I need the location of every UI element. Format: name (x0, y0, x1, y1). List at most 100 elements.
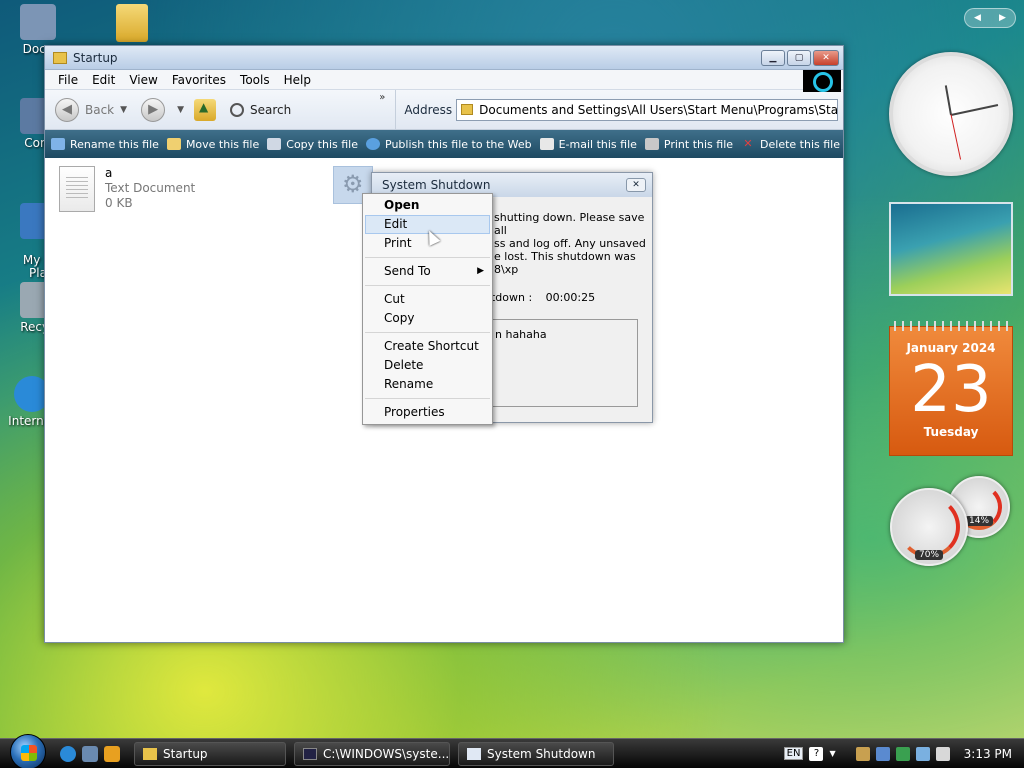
folder-icon (53, 51, 67, 64)
clock-time[interactable]: 3:13 PM (964, 747, 1012, 761)
search-button[interactable]: Search (229, 102, 292, 117)
envelope-icon (539, 138, 554, 150)
media-player-icon[interactable] (104, 745, 120, 762)
dialog-title: System Shutdown (382, 178, 491, 192)
menu-file[interactable]: File (51, 73, 85, 87)
up-arrow-icon: ▲ (198, 99, 209, 114)
menu-item-properties[interactable]: Properties (363, 403, 492, 422)
timer-value: 00:00:25 (545, 291, 596, 304)
security-icon[interactable] (895, 746, 910, 761)
file-name: a (105, 166, 113, 180)
globe-icon (366, 138, 380, 150)
rename-file-button[interactable]: Rename this file (51, 138, 159, 151)
calendar-gadget[interactable]: January 2024 23 Tuesday (889, 321, 1013, 456)
network-icon[interactable] (875, 746, 890, 761)
file-tasks-bar: Rename this file Move this file Copy thi… (45, 130, 843, 158)
delete-icon: ✕ (743, 137, 753, 150)
quick-launch (60, 745, 120, 762)
taskbar-button-shutdown[interactable]: System Shutdown (458, 741, 614, 766)
send-to-label: Send To (384, 264, 431, 278)
clock-hour-hand (944, 85, 952, 116)
display-icon[interactable] (915, 746, 930, 761)
cpu-meter-gadget[interactable]: 70% (890, 488, 968, 566)
address-bar[interactable]: Documents and Settings\All Users\Start M… (456, 98, 839, 121)
menu-item-copy[interactable]: Copy (363, 309, 492, 328)
menu-tools[interactable]: Tools (233, 73, 277, 87)
toolbar-overflow-icon[interactable]: » (379, 92, 385, 103)
folder-icon (116, 4, 148, 42)
maximize-button[interactable]: ▢ (787, 49, 811, 66)
menu-item-send-to[interactable]: Send To ▶ (363, 262, 492, 281)
task-label: Print this file (663, 137, 734, 151)
close-button[interactable]: ✕ (813, 49, 839, 66)
documents-icon (20, 4, 56, 40)
taskbar-button-label: System Shutdown (487, 746, 596, 761)
chevron-down-icon[interactable]: ▼ (120, 105, 127, 115)
menu-item-rename[interactable]: Rename (363, 375, 492, 394)
system-tray: EN ? ▼ 3:13 PM (783, 739, 1024, 768)
file-item[interactable]: a Text Document 0 KB (59, 166, 195, 212)
clock-gadget[interactable] (889, 52, 1013, 176)
internet-explorer-icon[interactable] (60, 745, 76, 762)
menu-item-open[interactable]: Open (363, 196, 492, 215)
delete-file-button[interactable]: ✕ Delete this file (741, 138, 840, 151)
chevron-down-icon[interactable]: ▼ (829, 749, 835, 758)
task-label: Copy this file (286, 137, 358, 151)
sidebar-next-icon[interactable]: ▶ (999, 13, 1006, 23)
taskbar-button-cmd[interactable]: C:\WINDOWS\syste... (294, 741, 450, 766)
folder-icon (143, 747, 157, 760)
desktop-folder-icon[interactable] (116, 4, 148, 44)
title-bar[interactable]: Startup ▁ ▢ ✕ (45, 46, 843, 70)
task-label: Move this file (185, 137, 260, 151)
copy-file-button[interactable]: Copy this file (267, 138, 358, 151)
dialog-close-button[interactable]: ✕ (626, 178, 646, 192)
forward-button[interactable]: ▶ ▼ (141, 97, 184, 122)
menu-item-cut[interactable]: Cut (363, 290, 492, 309)
menu-favorites[interactable]: Favorites (165, 73, 233, 87)
back-button[interactable]: ◀ Back ▼ (55, 97, 127, 122)
move-icon (166, 138, 181, 150)
print-file-button[interactable]: Print this file (644, 137, 734, 151)
sidebar-prev-icon[interactable]: ◀ (974, 13, 981, 23)
show-desktop-icon[interactable] (82, 745, 98, 762)
start-button[interactable] (10, 733, 46, 768)
calendar-day: 23 (910, 353, 992, 427)
menu-help[interactable]: Help (277, 73, 318, 87)
address-input[interactable]: Documents and Settings\All Users\Start M… (479, 103, 837, 117)
taskbar-button-label: Startup (163, 746, 208, 761)
slideshow-gadget[interactable] (889, 202, 1013, 296)
file-size: 0 KB (105, 196, 133, 210)
copy-icon (267, 138, 282, 150)
task-label: E-mail this file (558, 137, 637, 151)
menu-edit[interactable]: Edit (85, 73, 122, 87)
menu-view[interactable]: View (122, 73, 164, 87)
minimize-button[interactable]: ▁ (761, 49, 785, 66)
help-icon[interactable]: ? (809, 746, 824, 761)
up-folder-button[interactable]: ▲ (193, 98, 216, 121)
folder-icon (461, 104, 474, 115)
tray-app-icon[interactable] (855, 746, 870, 761)
volume-icon[interactable] (935, 746, 950, 761)
forward-arrow-icon: ▶ (141, 97, 166, 122)
taskbar-button-startup[interactable]: Startup (134, 741, 286, 766)
chevron-down-icon[interactable]: ▼ (177, 105, 184, 115)
menu-separator (365, 257, 490, 258)
file-type: Text Document (105, 181, 196, 195)
search-icon (229, 102, 244, 117)
menu-bar: File Edit View Favorites Tools Help (45, 70, 843, 92)
meter-arc (898, 496, 960, 558)
menu-separator (365, 398, 490, 399)
windows-logo (803, 70, 841, 92)
context-menu: Open Edit Print Send To ▶ Cut Copy Creat… (362, 193, 493, 425)
navigation-toolbar: ◀ Back ▼ ▶ ▼ ▲ Search » Address Document… (45, 89, 843, 130)
language-indicator[interactable]: EN (783, 747, 804, 760)
window-icon (467, 747, 481, 760)
publish-file-button[interactable]: Publish this file to the Web (366, 138, 532, 151)
menu-item-create-shortcut[interactable]: Create Shortcut (363, 337, 492, 356)
search-label: Search (249, 102, 292, 117)
clock-minute-hand (950, 104, 999, 116)
move-file-button[interactable]: Move this file (166, 137, 260, 151)
back-label: Back (85, 102, 115, 117)
email-file-button[interactable]: E-mail this file (539, 137, 637, 151)
menu-item-delete[interactable]: Delete (363, 356, 492, 375)
